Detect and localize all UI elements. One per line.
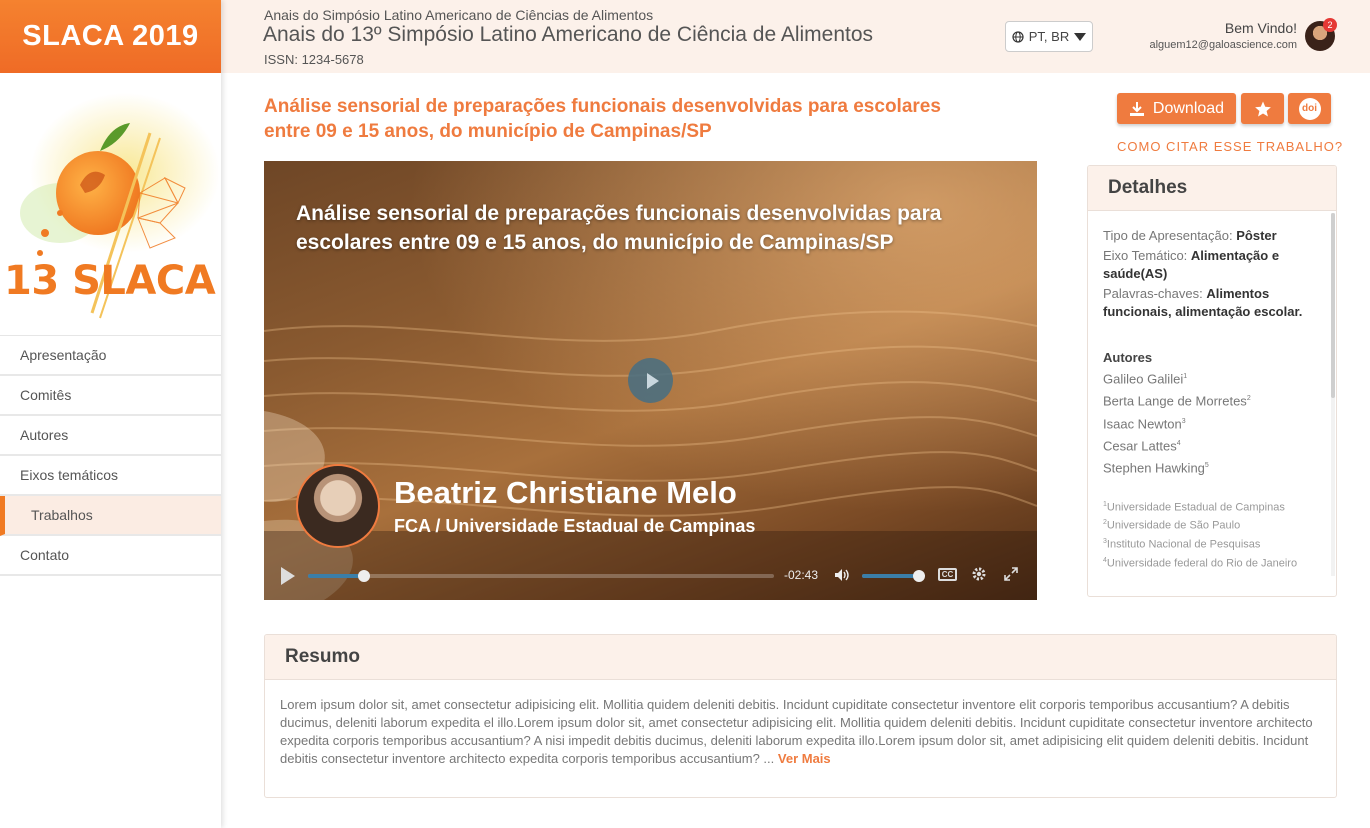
favorite-button[interactable]	[1241, 93, 1284, 124]
welcome-text: Bem Vindo!	[1224, 20, 1297, 36]
author-item[interactable]: Galileo Galilei1	[1103, 367, 1306, 389]
brand-title[interactable]: SLACA 2019	[0, 0, 221, 73]
abstract-panel: Resumo Lorem ipsum dolor sit, amet conse…	[264, 634, 1337, 798]
author-item[interactable]: Stephen Hawking5	[1103, 456, 1306, 478]
presenter-name: Beatriz Christiane Melo	[394, 475, 737, 510]
logo-text: 13 SLACA	[4, 258, 216, 304]
time-remaining: -02:43	[784, 568, 819, 582]
author-item[interactable]: Berta Lange de Morretes2	[1103, 389, 1306, 411]
play-icon	[646, 372, 659, 389]
play-icon[interactable]	[281, 567, 295, 585]
authors-list: Galileo Galilei1 Berta Lange de Morretes…	[1103, 367, 1306, 479]
details-panel: Detalhes Tipo de Apresentação: Pôster Ei…	[1087, 165, 1337, 597]
sidebar-nav: Apresentação Comitês Autores Eixos temát…	[0, 335, 221, 576]
proceedings-subtitle: Anais do Simpósio Latino Americano de Ci…	[264, 7, 654, 23]
language-selector[interactable]: PT, BR	[1005, 21, 1093, 52]
author-item[interactable]: Cesar Lattes4	[1103, 434, 1306, 456]
paper-title: Análise sensorial de preparações funcion…	[264, 96, 941, 142]
scrollbar-thumb[interactable]	[1331, 213, 1335, 398]
presenter-avatar	[296, 464, 380, 548]
sidebar-item-trabalhos[interactable]: Trabalhos	[0, 496, 221, 536]
volume-slider[interactable]	[862, 570, 925, 582]
author-item[interactable]: Isaac Newton3	[1103, 412, 1306, 434]
affiliation-item: 3Instituto Nacional de Pesquisas	[1103, 537, 1261, 551]
affiliation-item: 1Universidade Estadual de Campinas	[1103, 500, 1285, 514]
sidebar-item-comites[interactable]: Comitês	[0, 376, 221, 416]
tipo-label: Tipo de Apresentação:	[1103, 228, 1233, 243]
video-player[interactable]: Análise sensorial de preparações funcion…	[264, 161, 1037, 600]
tipo-value: Pôster	[1236, 228, 1277, 243]
details-heading: Detalhes	[1088, 166, 1336, 211]
details-body: Tipo de Apresentação: Pôster Eixo Temáti…	[1088, 211, 1336, 571]
read-more-link[interactable]: Ver Mais	[778, 751, 831, 766]
event-logo: 13 SLACA	[0, 73, 221, 335]
authors-heading: Autores	[1103, 350, 1153, 365]
captions-icon[interactable]: CC	[938, 568, 957, 581]
user-email: alguem12@galoascience.com	[1149, 39, 1297, 51]
sidebar: SLACA 2019 13 SLACA Apresentação Comitês…	[0, 0, 221, 828]
affiliations-list: 1Universidade Estadual de Campinas 2Univ…	[1103, 497, 1306, 572]
proceedings-title: Anais do 13º Simpósio Latino Americano d…	[263, 23, 874, 46]
presenter-institution: FCA / Universidade Estadual de Campinas	[394, 516, 756, 536]
abstract-body: Lorem ipsum dolor sit, amet consectetur …	[265, 680, 1336, 768]
download-icon	[1129, 101, 1144, 116]
fullscreen-icon[interactable]	[1003, 566, 1019, 586]
palavras-row: Palavras-chaves: Alimentos funcionais, a…	[1103, 285, 1306, 321]
eixo-label: Eixo Temático:	[1103, 248, 1188, 263]
affiliation-item: 4Universidade federal do Rio de Janeiro	[1103, 556, 1298, 570]
progress-fill	[308, 574, 364, 578]
sidebar-item-autores[interactable]: Autores	[0, 416, 221, 456]
palavras-label: Palavras-chaves:	[1103, 286, 1203, 301]
language-value: PT, BR	[1028, 29, 1070, 44]
tipo-row: Tipo de Apresentação: Pôster	[1103, 227, 1306, 245]
download-button[interactable]: Download	[1117, 93, 1236, 124]
affiliation-item: 2Universidade de São Paulo	[1103, 519, 1241, 532]
sidebar-item-eixos[interactable]: Eixos temáticos	[0, 456, 221, 496]
doi-button[interactable]: doi	[1288, 93, 1331, 124]
caret-down-icon	[1074, 32, 1087, 41]
video-controls: -02:43 CC	[264, 561, 1037, 591]
volume-fill	[862, 574, 919, 578]
video-title: Análise sensorial de preparações funcion…	[296, 202, 942, 254]
header: Anais do Simpósio Latino Americano de Ci…	[221, 0, 1370, 73]
issn-label: ISSN: 1234-5678	[264, 52, 364, 67]
volume-handle[interactable]	[913, 570, 925, 582]
abstract-heading: Resumo	[265, 635, 1336, 680]
sidebar-item-contato[interactable]: Contato	[0, 536, 221, 576]
progress-handle[interactable]	[357, 570, 370, 582]
globe-icon	[1012, 30, 1024, 43]
play-button[interactable]	[628, 358, 673, 403]
notification-badge[interactable]: 2	[1323, 18, 1337, 32]
sidebar-item-apresentacao[interactable]: Apresentação	[0, 336, 221, 376]
user-greeting: Bem Vindo! alguem12@galoascience.com	[1149, 20, 1297, 51]
cite-link[interactable]: COMO CITAR ESSE TRABALHO?	[1117, 139, 1343, 154]
gear-icon[interactable]	[971, 566, 987, 587]
doi-icon: doi	[1298, 97, 1321, 120]
download-label: Download	[1152, 99, 1225, 117]
star-icon	[1254, 101, 1271, 116]
volume-icon[interactable]	[834, 568, 850, 585]
progress-bar[interactable]	[308, 570, 774, 582]
eixo-row: Eixo Temático: Alimentação e saúde(AS)	[1103, 247, 1306, 283]
